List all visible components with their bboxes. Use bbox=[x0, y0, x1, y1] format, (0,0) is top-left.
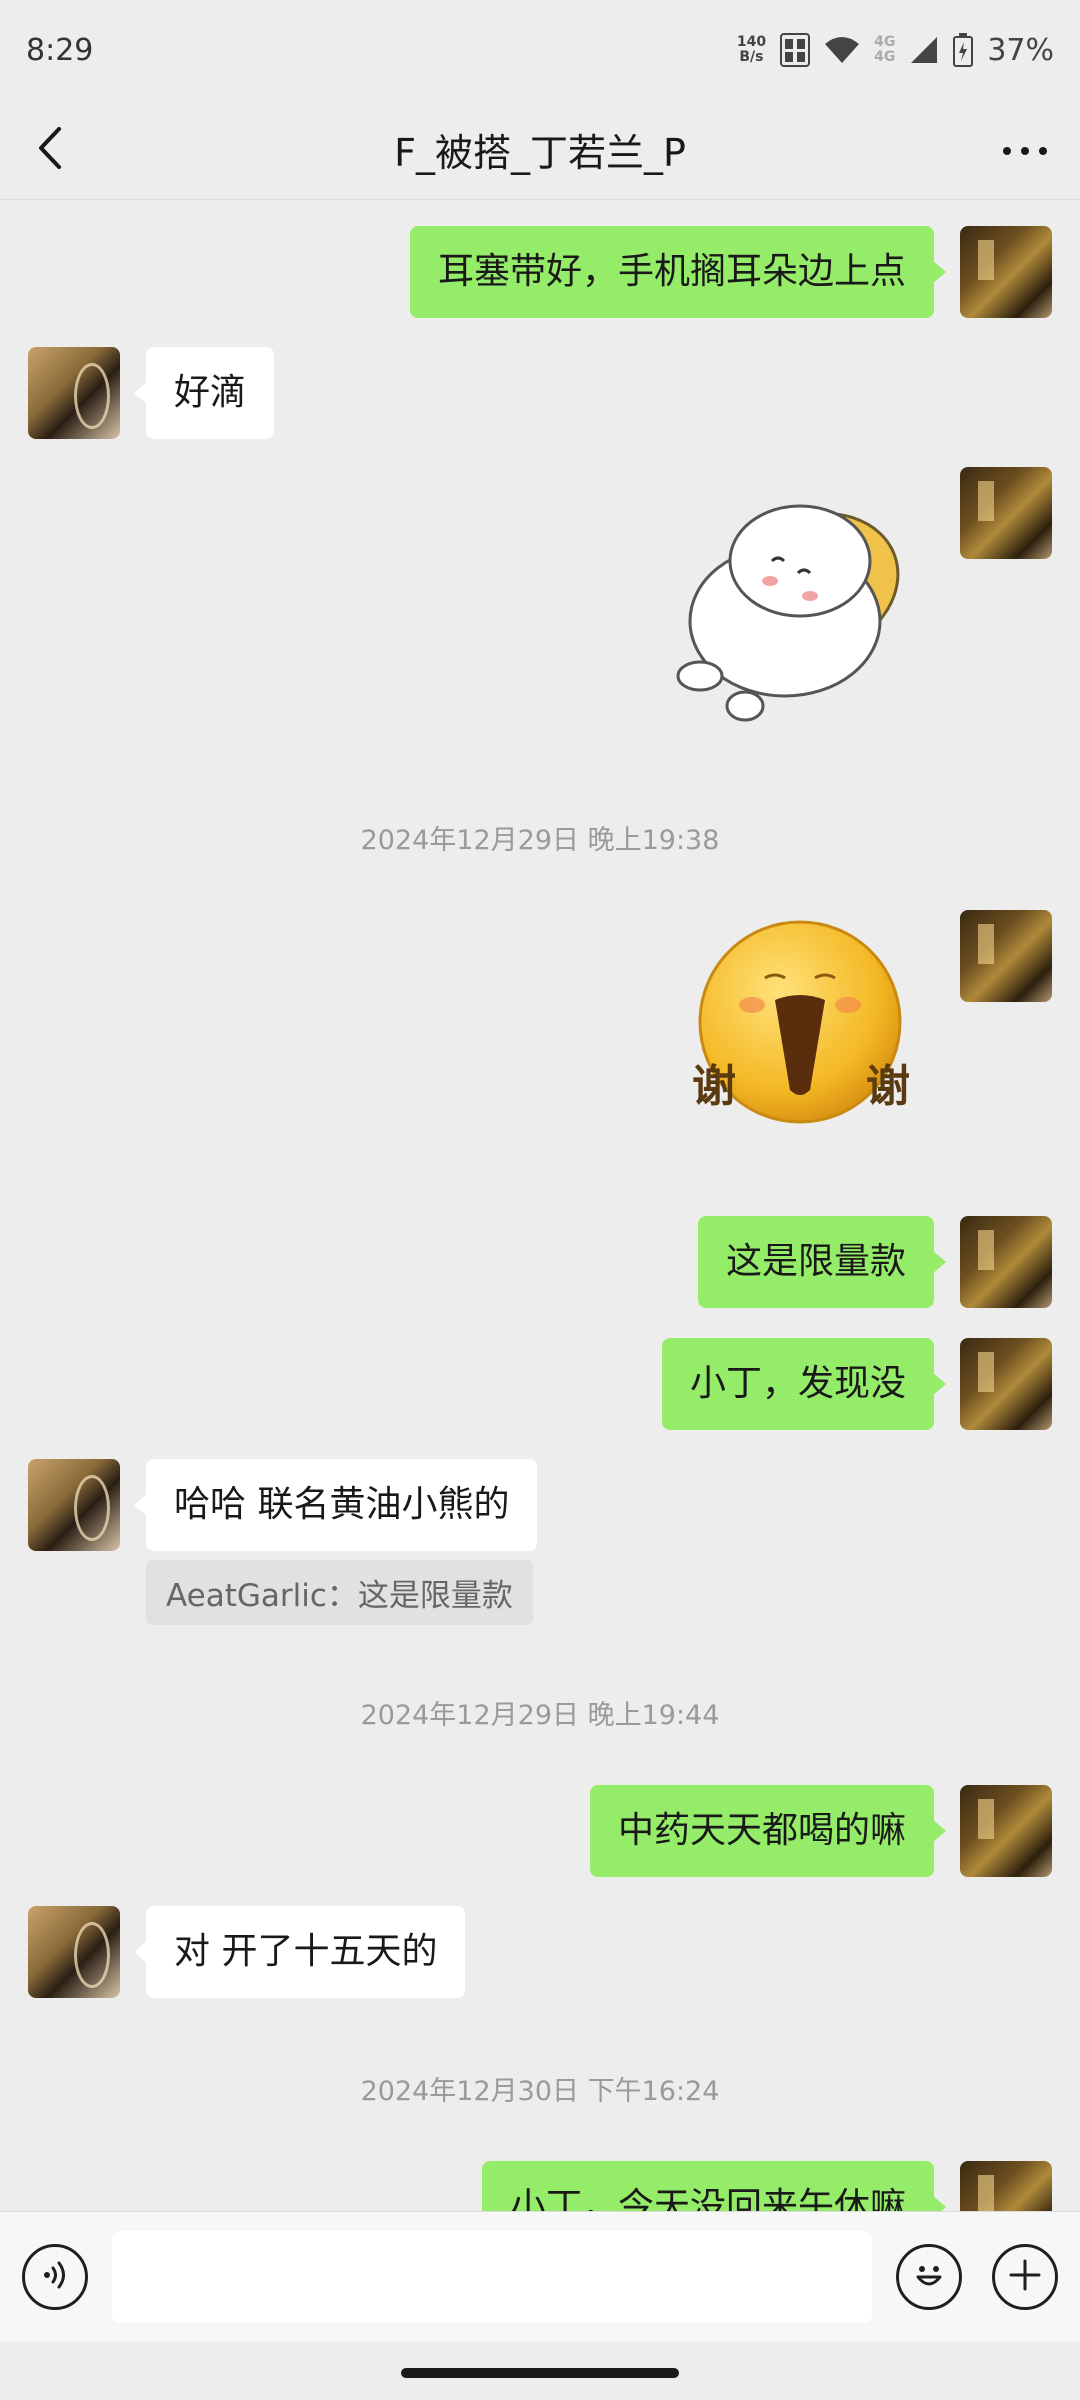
input-bar bbox=[0, 2211, 1080, 2341]
voice-icon bbox=[38, 2258, 72, 2296]
my-avatar[interactable] bbox=[960, 1338, 1052, 1430]
network-type-1: 4G bbox=[874, 34, 896, 50]
thanks-right-text: 谢 bbox=[866, 1061, 910, 1112]
thanks-left-text: 谢 bbox=[692, 1061, 736, 1112]
network-speed: 140 B/s bbox=[737, 35, 766, 65]
cat-sticker[interactable] bbox=[660, 491, 930, 731]
status-icons: 140 B/s 4G 4G 37% bbox=[737, 33, 1054, 68]
contact-avatar[interactable] bbox=[28, 1459, 120, 1551]
contact-avatar[interactable] bbox=[28, 1906, 120, 1998]
cat-sticker-icon bbox=[676, 504, 900, 722]
message-input[interactable] bbox=[112, 2230, 872, 2323]
back-button[interactable] bbox=[20, 120, 80, 180]
signal-icon bbox=[909, 35, 939, 65]
my-avatar[interactable] bbox=[960, 467, 1052, 559]
timestamp: 2024年12月30日 下午16:24 bbox=[360, 2076, 720, 2107]
my-avatar[interactable] bbox=[960, 2161, 1052, 2211]
message-bubble-sent[interactable]: 中药天天都喝的嘛 bbox=[589, 1785, 947, 1877]
message-bubble-received[interactable]: 哈哈 联名黄油小熊的 bbox=[133, 1459, 538, 1551]
my-avatar[interactable] bbox=[960, 226, 1052, 318]
message-bubble-received[interactable]: 对 开了十五天的 bbox=[133, 1906, 466, 1998]
emoji-button[interactable] bbox=[896, 2243, 962, 2310]
smiley-icon bbox=[909, 2255, 949, 2299]
message-bubble-sent[interactable]: 小丁，发现没 bbox=[661, 1338, 947, 1430]
my-avatar[interactable] bbox=[960, 910, 1052, 1002]
network-type: 4G 4G bbox=[874, 35, 895, 65]
timestamp: 2024年12月29日 晚上19:38 bbox=[360, 825, 720, 856]
more-functions-button[interactable] bbox=[992, 2243, 1058, 2310]
battery-icon bbox=[953, 33, 974, 67]
more-dots-icon bbox=[1002, 141, 1048, 160]
message-bubble-sent[interactable]: 耳塞带好，手机搁耳朵边上点 bbox=[409, 226, 947, 318]
my-avatar[interactable] bbox=[960, 1216, 1052, 1308]
message-bubble-sent[interactable]: 小丁，今天没回来午休嘛 bbox=[481, 2161, 947, 2211]
wifi-icon bbox=[824, 36, 860, 64]
battery-percent: 37% bbox=[987, 32, 1054, 68]
contact-avatar[interactable] bbox=[28, 347, 120, 439]
page-title: F_被搭_丁若兰_P bbox=[394, 131, 686, 175]
thanks-sticker[interactable]: 谢 谢 bbox=[690, 920, 910, 1130]
voice-button[interactable] bbox=[22, 2243, 88, 2310]
timestamp: 2024年12月29日 晚上19:44 bbox=[360, 1700, 720, 1731]
my-avatar[interactable] bbox=[960, 1785, 1052, 1877]
hd-icon bbox=[780, 33, 811, 67]
chevron-left-icon bbox=[35, 125, 65, 175]
message-bubble-received[interactable]: 好滴 bbox=[133, 347, 275, 439]
home-indicator[interactable] bbox=[401, 2368, 679, 2378]
quoted-message[interactable]: AeatGarlic：这是限量款 bbox=[146, 1560, 533, 1625]
plus-icon bbox=[1007, 2257, 1043, 2297]
status-bar: 8:29 140 B/s 4G 4G 37% bbox=[0, 0, 1080, 100]
chat-header: F_被搭_丁若兰_P bbox=[0, 100, 1080, 200]
network-type-2: 4G bbox=[874, 49, 896, 65]
status-time: 8:29 bbox=[26, 32, 94, 68]
network-speed-unit: B/s bbox=[739, 49, 764, 65]
message-list[interactable]: 耳塞带好，手机搁耳朵边上点 好滴 2024年12月29日 晚上19:38 谢 谢… bbox=[0, 201, 1080, 2211]
more-button[interactable] bbox=[990, 120, 1060, 180]
message-bubble-sent[interactable]: 这是限量款 bbox=[697, 1216, 947, 1308]
network-speed-value: 140 bbox=[736, 34, 767, 50]
